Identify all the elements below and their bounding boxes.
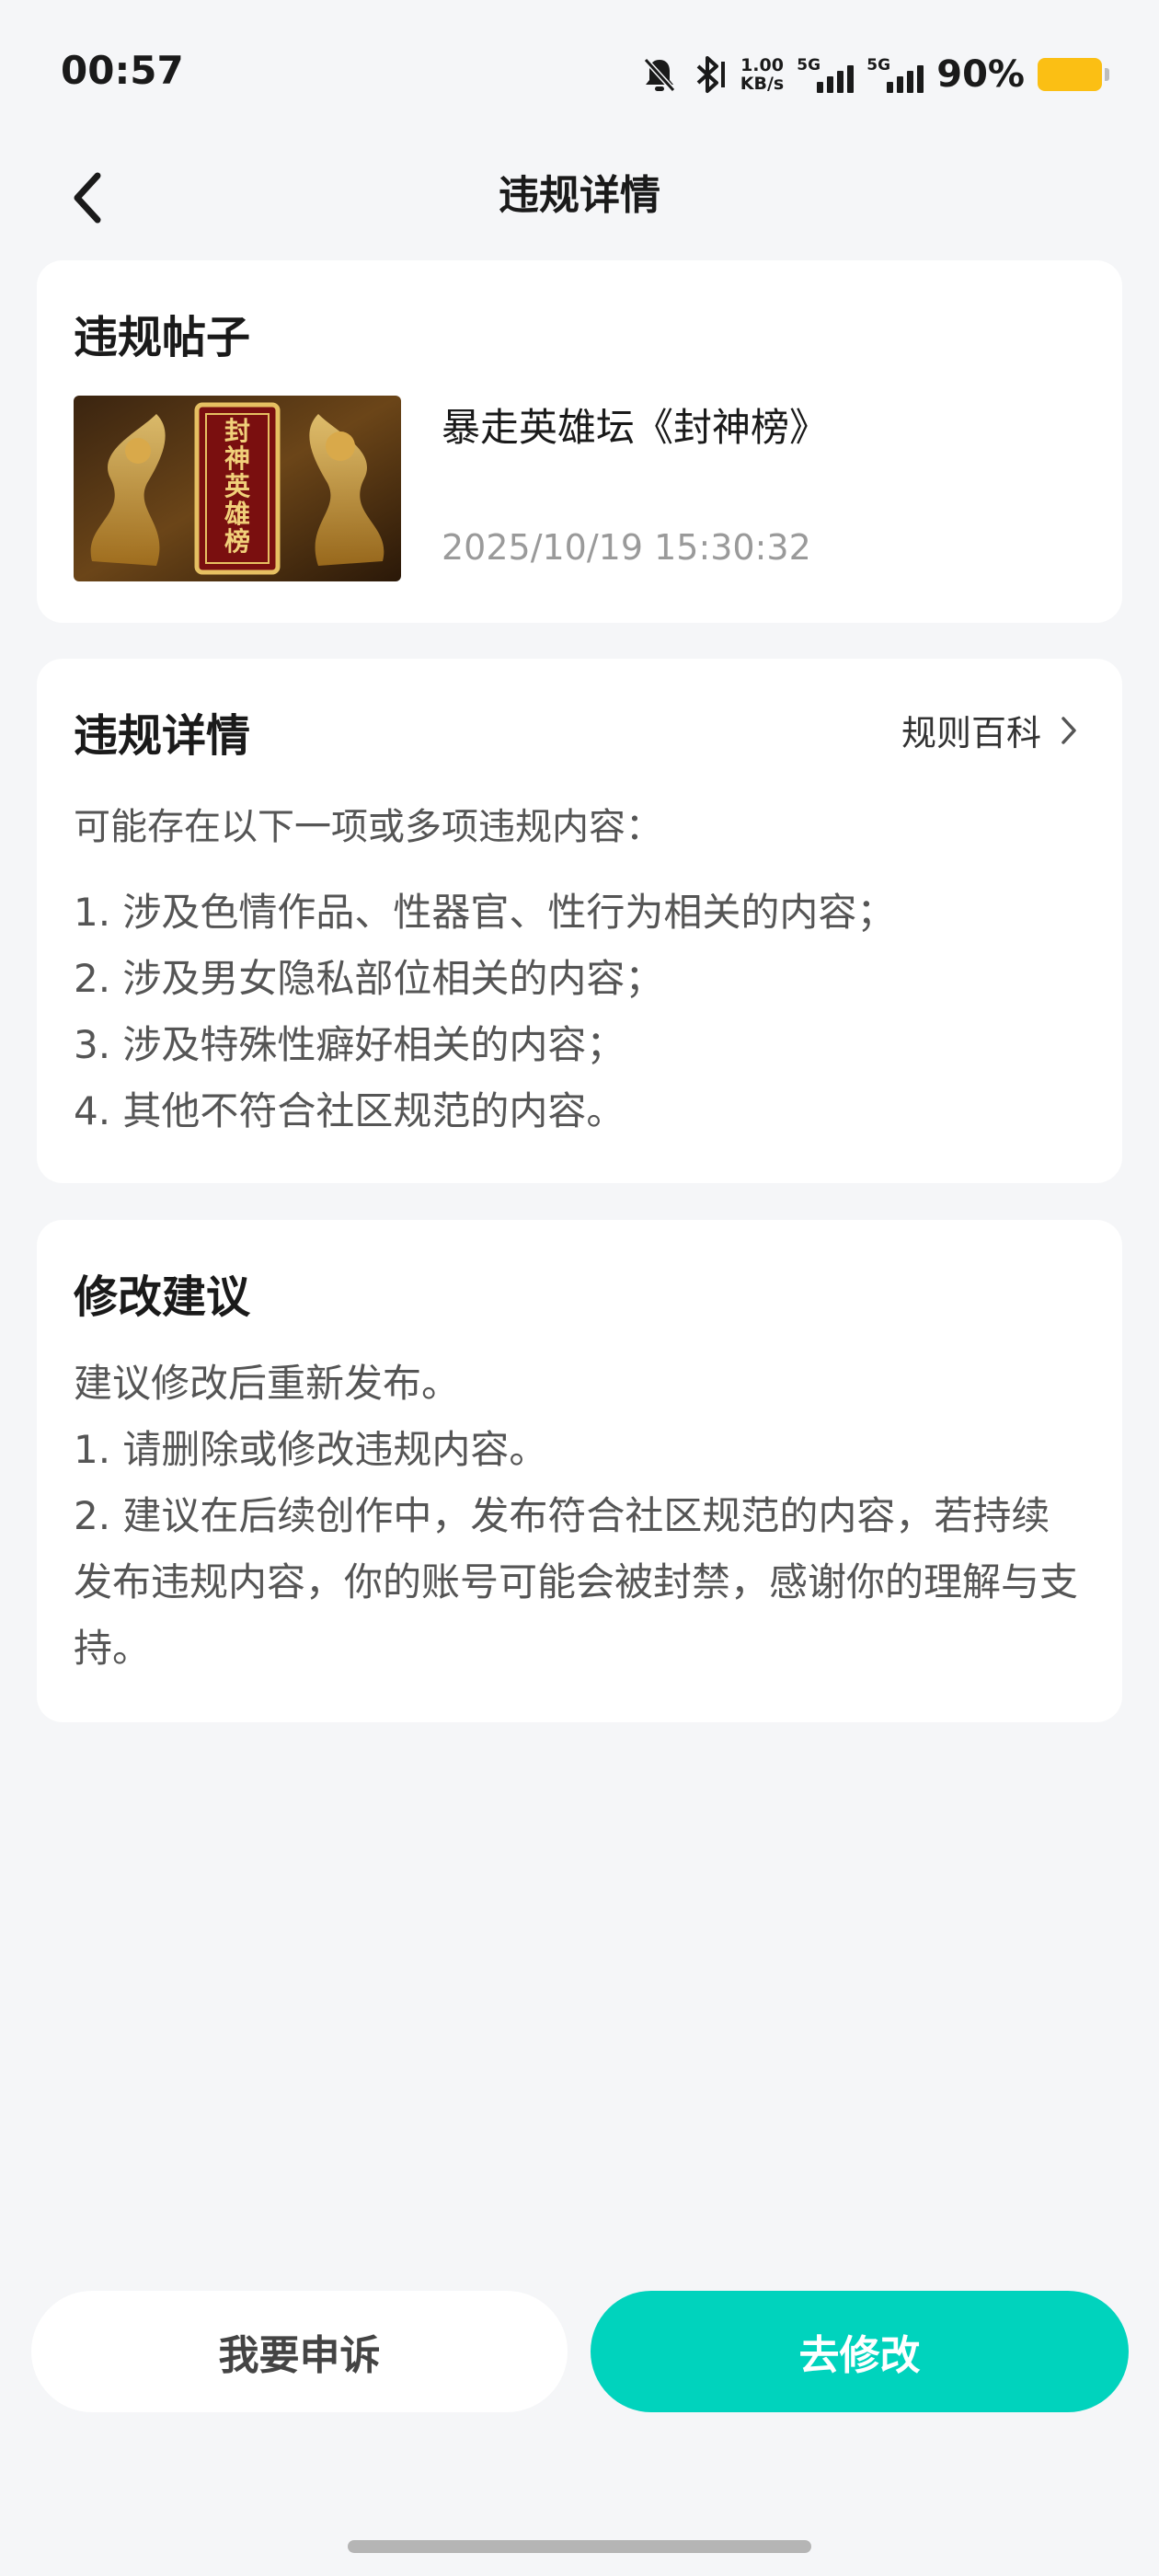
suggestion-body: 建议修改后重新发布。 1. 请删除或修改违规内容。 2. 建议在后续创作中，发布…: [74, 1351, 1085, 1682]
post-title[interactable]: 暴走英雄坛《封神榜》: [442, 397, 828, 453]
nav-header: 违规详情: [0, 152, 1159, 276]
post-card-title: 违规帖子: [74, 312, 251, 363]
violation-detail-card: 违规详情 规则百科 可能存在以下一项或多项违规内容： 1. 涉及色情作品、性器官…: [37, 659, 1122, 1183]
violation-list: 1. 涉及色情作品、性器官、性行为相关的内容； 2. 涉及男女隐私部位相关的内容…: [74, 880, 895, 1144]
sim1-label: 5G: [797, 56, 821, 75]
list-item: 4. 其他不符合社区规范的内容。: [74, 1088, 625, 1133]
network-speed-unit: KB/s: [740, 74, 785, 94]
rules-wiki-link[interactable]: 规则百科: [901, 705, 1078, 755]
suggestion-card: 修改建议 建议修改后重新发布。 1. 请删除或修改违规内容。 2. 建议在后续创…: [37, 1220, 1122, 1722]
bluetooth-icon: [691, 54, 728, 95]
suggestion-card-title: 修改建议: [74, 1271, 251, 1323]
bell-mute-icon: [641, 55, 678, 94]
list-item: 1. 涉及色情作品、性器官、性行为相关的内容；: [74, 890, 896, 935]
network-speed-value: 1.00: [740, 55, 784, 75]
list-item: 3. 涉及特殊性癖好相关的内容；: [74, 1022, 625, 1067]
home-indicator[interactable]: [348, 2540, 811, 2553]
battery-icon: [1038, 58, 1109, 91]
detail-card-title: 违规详情: [74, 710, 251, 762]
signal-icon: 5G: [797, 56, 855, 93]
status-icons: 1.00 KB/s 5G 5G 90%: [641, 52, 1109, 98]
sim2-label: 5G: [866, 56, 891, 75]
page-title: 违规详情: [499, 172, 660, 219]
status-time: 00:57: [61, 48, 184, 93]
thumbnail-caption: 封神英雄榜: [224, 416, 250, 557]
suggestion-line: 2. 建议在后续创作中，发布符合社区规范的内容，若持续发布违规内容，你的账号可能…: [74, 1493, 1079, 1671]
post-thumbnail: 封神英雄榜: [74, 396, 401, 581]
appeal-button[interactable]: 我要申诉: [31, 2291, 568, 2412]
battery-percent: 90%: [936, 53, 1025, 96]
violating-post-card[interactable]: 违规帖子 封神英雄榜 暴走英雄坛《封神榜》 2025/10/19 15:30:3…: [37, 260, 1122, 623]
detail-intro: 可能存在以下一项或多项违规内容：: [74, 806, 662, 848]
status-bar: 00:57 1.00 KB/s 5G 5G 90%: [0, 0, 1159, 152]
network-speed: 1.00 KB/s: [740, 56, 784, 93]
chevron-right-icon: [1061, 716, 1076, 744]
rules-wiki-label: 规则百科: [901, 713, 1041, 753]
post-time: 2025/10/19 15:30:32: [442, 527, 811, 568]
signal-icon: 5G: [866, 56, 924, 93]
suggestion-line: 建议修改后重新发布。: [74, 1361, 461, 1406]
list-item: 2. 涉及男女隐私部位相关的内容；: [74, 956, 664, 1001]
modify-button[interactable]: 去修改: [591, 2291, 1129, 2412]
suggestion-line: 1. 请删除或修改违规内容。: [74, 1427, 548, 1472]
